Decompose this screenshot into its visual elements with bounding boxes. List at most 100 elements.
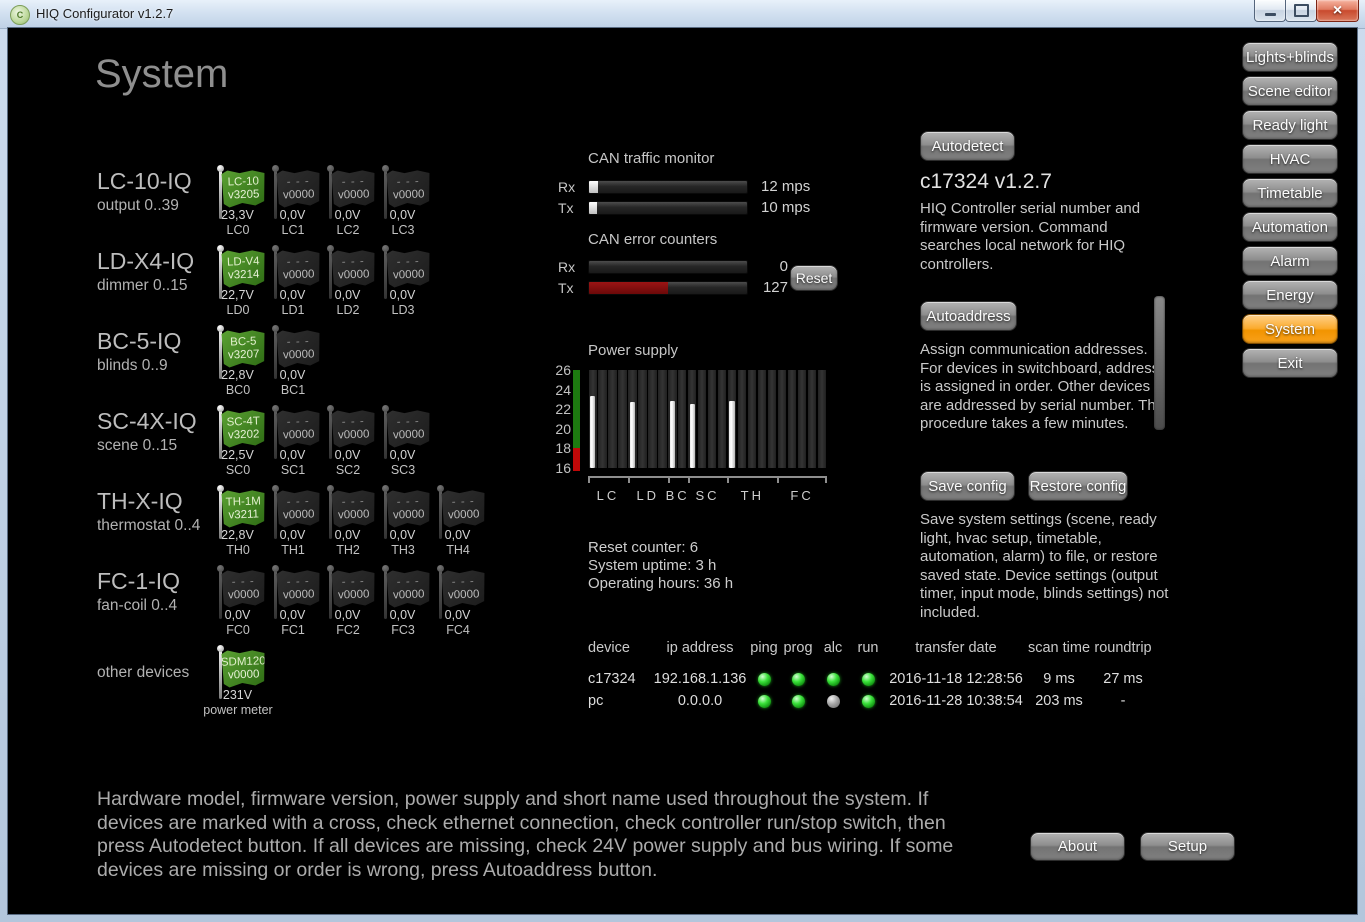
flag-device-name: - - - <box>287 176 310 189</box>
page-title: System <box>95 52 228 97</box>
col-header-device: device <box>588 640 652 656</box>
flag-icon: - - -v0000 <box>221 569 265 607</box>
chart-slot <box>658 370 666 468</box>
flag-firmware-version: v0000 <box>393 428 425 441</box>
flag-device-name: - - - <box>397 256 420 269</box>
title-bar[interactable]: C HIQ Configurator v1.2.7 × <box>0 0 1365 29</box>
can-errors-tx-value: 127 <box>738 279 788 296</box>
flag-voltage: 0,0V <box>320 528 375 542</box>
cell-alc <box>816 673 850 686</box>
system-stats: Reset counter: 6 System uptime: 3 h Oper… <box>588 539 733 593</box>
cell-run <box>850 695 886 708</box>
content-area: System LC-10-IQoutput 0..39LC-10v320523,… <box>8 28 1357 914</box>
maximize-button[interactable] <box>1285 0 1317 22</box>
save-config-button[interactable]: Save config <box>920 471 1015 501</box>
flag-device-name: LC-10 <box>227 175 259 188</box>
close-icon: × <box>1333 3 1342 19</box>
cell-device: pc <box>588 693 652 709</box>
restore-config-button[interactable]: Restore config <box>1028 471 1128 501</box>
controller-id: c17324 v1.2.7 <box>920 170 1052 194</box>
nav-button-lights-blinds[interactable]: Lights+blinds <box>1242 42 1338 72</box>
chart-slot <box>758 370 766 468</box>
can-traffic-tx-fill <box>589 202 597 214</box>
nav-button-ready-light[interactable]: Ready light <box>1242 110 1338 140</box>
nav-button-system[interactable]: System <box>1242 314 1338 344</box>
x-group-label-lc: LC <box>597 488 620 503</box>
device-row-label: LD-X4-IQdimmer 0..15 <box>97 248 209 295</box>
chart-slot <box>618 370 626 468</box>
device-row-other-devices: other devicesSDM120v0000231Vpower meter <box>97 646 567 726</box>
save-config-description: Save system settings (scene, ready light… <box>920 511 1172 622</box>
operating-hours: Operating hours: 36 h <box>588 575 733 593</box>
nav-button-exit[interactable]: Exit <box>1242 348 1338 378</box>
y-axis-tick: 20 <box>553 421 571 437</box>
nav-button-timetable[interactable]: Timetable <box>1242 178 1338 208</box>
cell-prog <box>780 673 816 686</box>
about-button[interactable]: About <box>1030 832 1125 861</box>
setup-button[interactable]: Setup <box>1140 832 1235 861</box>
cell-scan-time: 9 ms <box>1026 671 1092 687</box>
flag-voltage: 0,0V <box>265 448 320 462</box>
autodetect-button[interactable]: Autodetect <box>920 131 1015 161</box>
chart-slot <box>598 370 606 468</box>
chart-slot <box>698 370 706 468</box>
flag-firmware-version: v0000 <box>338 428 370 441</box>
nav-button-alarm[interactable]: Alarm <box>1242 246 1338 276</box>
x-axis-tick <box>588 476 590 483</box>
minimize-button[interactable] <box>1254 0 1286 22</box>
flag-voltage: 0,0V <box>430 528 485 542</box>
cell-device: c17324 <box>588 671 652 687</box>
chart-slot <box>678 370 686 468</box>
flag-icon: SC-4Tv3202 <box>221 409 265 447</box>
flag-firmware-version: v3211 <box>228 508 259 521</box>
flag-icon: - - -v0000 <box>276 409 320 447</box>
nav-button-scene-editor[interactable]: Scene editor <box>1242 76 1338 106</box>
autodetect-description: HIQ Controller serial number and firmwar… <box>920 200 1160 274</box>
flag-device-name: - - - <box>287 416 310 429</box>
axis-low-range <box>573 448 580 471</box>
app-window: C HIQ Configurator v1.2.7 × System LC-10… <box>0 0 1365 922</box>
flag-voltage: 0,0V <box>375 608 430 622</box>
flag-device-name: - - - <box>232 576 255 589</box>
flag-icon: - - -v0000 <box>386 569 430 607</box>
flag-voltage: 0,0V <box>265 608 320 622</box>
nav-button-hvac[interactable]: HVAC <box>1242 144 1338 174</box>
can-errors-rx-label: Rx <box>558 259 575 275</box>
flag-label: BC1 <box>253 383 333 397</box>
reset-button[interactable]: Reset <box>790 265 838 291</box>
flag-icon: - - -v0000 <box>276 489 320 527</box>
autoaddress-button[interactable]: Autoaddress <box>920 301 1017 331</box>
can-traffic-tx-label: Tx <box>558 200 574 216</box>
cell-transfer-date: 2016-11-18 12:28:56 <box>886 671 1026 687</box>
flag-device-name: - - - <box>452 576 475 589</box>
flag-device-name: - - - <box>397 176 420 189</box>
flag-label: power meter <box>198 703 278 717</box>
nav-button-automation[interactable]: Automation <box>1242 212 1338 242</box>
nav-button-energy[interactable]: Energy <box>1242 280 1338 310</box>
chart-slot <box>818 370 826 468</box>
prog-led-green <box>792 695 805 708</box>
flag-device-name: - - - <box>452 496 475 509</box>
flag-voltage: 0,0V <box>375 448 430 462</box>
flag-device-name: - - - <box>397 496 420 509</box>
flag-icon: - - -v0000 <box>441 489 485 527</box>
flag-icon: - - -v0000 <box>386 489 430 527</box>
scrollbar[interactable] <box>1154 296 1165 430</box>
voltage-bar <box>690 404 695 468</box>
alc-led-gray <box>827 695 840 708</box>
can-traffic-title: CAN traffic monitor <box>588 150 714 167</box>
device-flag-lc3: - - -v00000,0VLC3 <box>375 166 430 246</box>
flag-voltage: 0,0V <box>320 608 375 622</box>
close-button[interactable]: × <box>1316 0 1359 22</box>
flag-icon: - - -v0000 <box>276 169 320 207</box>
flag-device-name: - - - <box>287 256 310 269</box>
cell-ip-address: 192.168.1.136 <box>652 671 748 687</box>
device-flag-ld3: - - -v00000,0VLD3 <box>375 246 430 326</box>
flag-device-name: - - - <box>287 496 310 509</box>
device-row-lc-10-iq: LC-10-IQoutput 0..39LC-10v320523,3VLC0- … <box>97 166 567 246</box>
cell-ip-address: 0.0.0.0 <box>652 693 748 709</box>
col-header-scan-time: scan time <box>1026 640 1092 656</box>
x-group-label-bc: BC <box>666 488 690 503</box>
device-model: TH-X-IQ <box>97 488 209 514</box>
flag-label: FC4 <box>418 623 498 637</box>
